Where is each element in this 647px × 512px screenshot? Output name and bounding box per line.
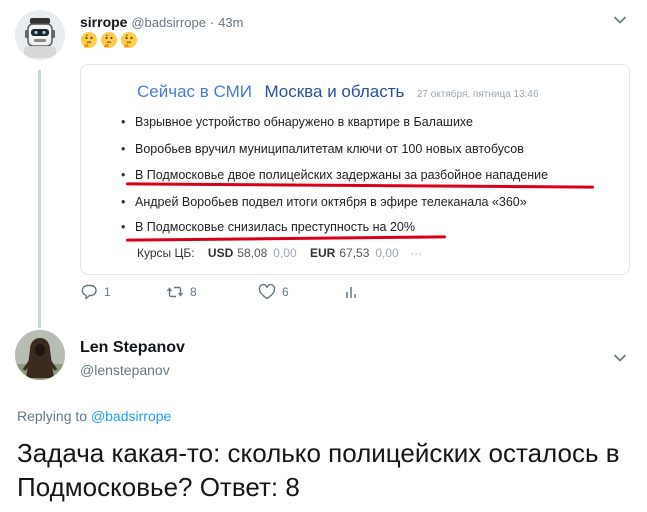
avatar[interactable]: [15, 330, 65, 380]
monk-avatar-icon: [15, 330, 65, 380]
news-item: • В Подмосковье снизилась преступность на…: [121, 220, 415, 234]
news-source-label: Сейчас в СМИ: [137, 82, 252, 101]
replying-to-line: Replying to @badsirrope: [17, 408, 171, 424]
news-date: 27 октября, пятница 13:46: [416, 89, 539, 100]
bullet: •: [121, 142, 126, 156]
news-item-text: Взрывное устройство обнаружено в квартир…: [135, 115, 473, 129]
news-item-text: Воробьев вручил муниципалитетам ключи от…: [135, 142, 524, 156]
eur-code: EUR: [310, 246, 336, 260]
display-name[interactable]: sirrope: [80, 14, 127, 30]
replying-to-link[interactable]: @badsirrope: [91, 408, 171, 424]
tweet-text: Задача какая-то: сколько полицейских ост…: [17, 438, 620, 502]
red-underline-marker: [125, 235, 447, 242]
bullet: •: [121, 168, 126, 182]
more-rates: ···: [410, 246, 423, 260]
thread-connector-line: [38, 70, 41, 328]
eur-change: 0,00: [375, 246, 399, 260]
usd-value: 58,08: [237, 246, 268, 260]
display-name[interactable]: Len Stepanov: [80, 339, 185, 357]
news-item: • Взрывное устройство обнаружено в кварти…: [121, 115, 473, 129]
emoji-row: [80, 31, 138, 49]
reply-button[interactable]: 1: [80, 283, 111, 301]
heart-icon: [258, 283, 276, 300]
avatar[interactable]: [15, 10, 65, 60]
eur-value: 67,53: [339, 246, 370, 260]
bullet: •: [121, 220, 126, 234]
reply-icon: [81, 284, 97, 300]
usd-code: USD: [207, 246, 234, 260]
analytics-button[interactable]: [342, 283, 360, 301]
retweet-button[interactable]: 8: [166, 283, 197, 301]
tweet-header: sirrope @badsirrope · 43m: [80, 14, 243, 30]
red-underline-marker: [125, 182, 595, 189]
news-item: • Андрей Воробьев подвел итоги октября в …: [121, 195, 527, 209]
news-item-text: Андрей Воробьев подвел итоги октября в э…: [135, 195, 527, 209]
like-button[interactable]: 6: [258, 283, 289, 301]
user-handle[interactable]: @lenstepanov: [80, 362, 170, 378]
bullet: •: [121, 195, 126, 209]
news-widget-header: Сейчас в СМИ Москва и область 27 октября…: [137, 82, 539, 102]
user-handle[interactable]: @badsirrope: [131, 15, 206, 30]
news-item: • Воробьев вручил муниципалитетам ключи о…: [121, 142, 524, 156]
thinking-face-emoji-icon: [81, 32, 97, 48]
exchange-rates: Курсы ЦБ: USD 58,08 0,00 EUR 67,53 0,00 ···: [137, 246, 422, 260]
robot-avatar-icon: [15, 10, 65, 60]
chevron-down-icon[interactable]: [612, 12, 628, 28]
retweet-count: 8: [190, 285, 197, 299]
thinking-face-emoji-icon: [101, 32, 117, 48]
separator: ·: [209, 15, 215, 30]
news-item-text: В Подмосковье двое полицейских задержаны…: [135, 168, 549, 182]
like-count: 6: [282, 285, 289, 299]
reply-count: 1: [104, 285, 111, 299]
news-item: • В Подмосковье двое полицейских задержан…: [121, 168, 548, 182]
usd-change: 0,00: [273, 246, 297, 260]
retweet-icon: [166, 286, 184, 298]
rates-label: Курсы ЦБ:: [137, 246, 195, 260]
chevron-down-icon[interactable]: [612, 350, 628, 366]
attached-image-card[interactable]: Сейчас в СМИ Москва и область 27 октября…: [80, 64, 630, 275]
analytics-icon: [346, 287, 356, 298]
news-region-label: Москва и область: [264, 82, 405, 101]
replying-to-label: Replying to: [17, 408, 88, 424]
news-item-text: В Подмосковье снизилась преступность на …: [135, 220, 415, 234]
bullet: •: [121, 115, 126, 129]
thinking-face-emoji-icon: [121, 32, 137, 48]
timestamp[interactable]: 43m: [218, 15, 243, 30]
